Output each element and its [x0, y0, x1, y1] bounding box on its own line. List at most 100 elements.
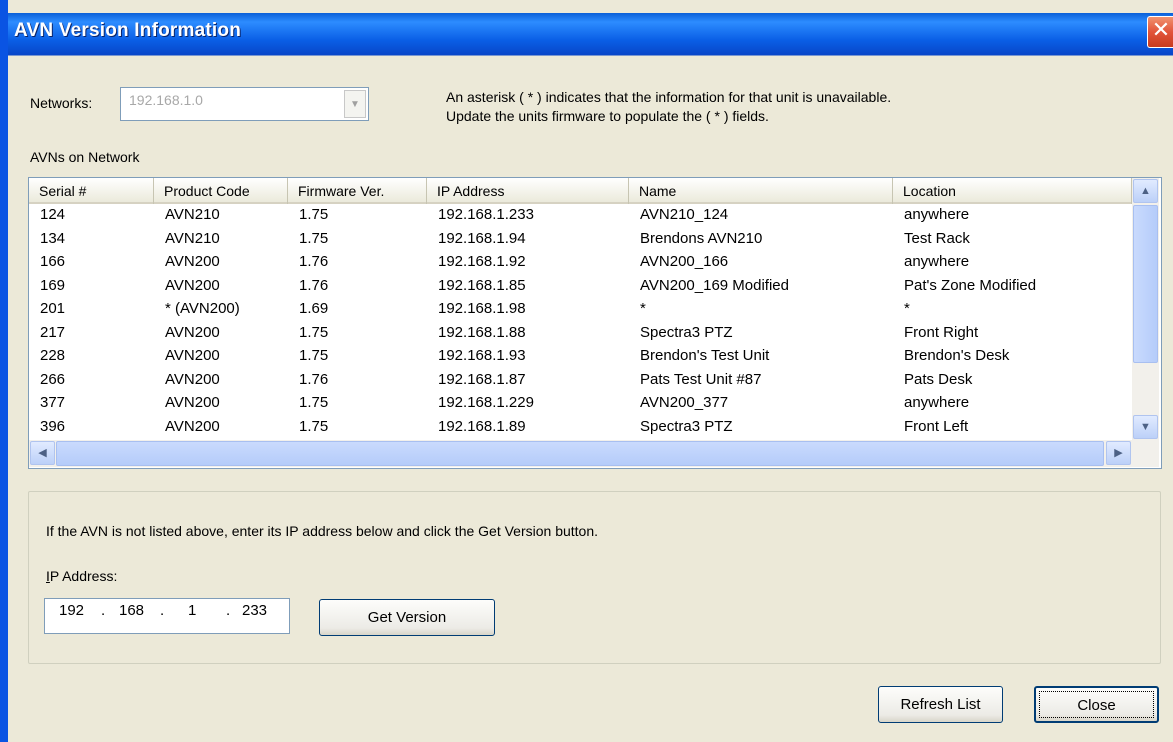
focus-rect: [1039, 691, 1154, 718]
vertical-scroll-thumb[interactable]: [1133, 205, 1158, 363]
vertical-scrollbar[interactable]: ▲ ▼: [1132, 178, 1159, 440]
table-cell: 192.168.1.85: [438, 276, 526, 294]
horizontal-scroll-thumb[interactable]: [56, 441, 1104, 466]
table-row[interactable]: 377 AVN200 1.75 192.168.1.229 AVN200_377 anyw…: [29, 392, 1133, 414]
get-version-button[interactable]: Get Version: [319, 599, 495, 636]
table-cell: 1.76: [299, 253, 329, 270]
table-row[interactable]: 134 AVN210 1.75 192.168.1.94 Brendons AVN210…: [29, 228, 1133, 250]
table-cell: Brendons AVN210: [640, 229, 763, 247]
table-cell: AVN200_169 Modified: [640, 276, 789, 294]
column-header[interactable]: Product Code: [154, 178, 288, 204]
table-cell: 192.168.1.98: [438, 300, 526, 317]
window-close-button[interactable]: ✕: [1147, 16, 1173, 48]
ip-dot: .: [160, 602, 165, 619]
table-cell: 192.168.1.87: [438, 370, 526, 388]
table-cell: AVN200_166: [640, 253, 729, 270]
table-cell: 1.75: [299, 323, 329, 341]
asterisk-note-line1: An asterisk ( * ) indicates that the inf…: [446, 89, 892, 105]
down-arrow-icon[interactable]: ▼: [1133, 415, 1158, 439]
table-cell: AVN200: [165, 276, 220, 294]
table-cell: Spectra3 PTZ: [640, 417, 733, 435]
window-frame-left: [0, 0, 8, 742]
table-row[interactable]: 266 AVN200 1.76 192.168.1.87 Pats Test Unit …: [29, 369, 1133, 391]
table-cell: AVN200: [165, 394, 220, 411]
networks-value: 192.168.1.0: [129, 92, 203, 108]
table-cell: 1.75: [299, 347, 329, 364]
table-cell: Pats Test Unit #87: [640, 370, 762, 388]
table-cell: *: [904, 300, 910, 317]
table-cell: AVN210_124: [640, 206, 729, 223]
refresh-list-button[interactable]: Refresh List: [878, 686, 1003, 723]
table-cell: 1.69: [299, 300, 329, 317]
table-row[interactable]: 169 AVN200 1.76 192.168.1.85 AVN200_169 Modi…: [29, 275, 1133, 297]
ip-octet-2[interactable]: 168: [119, 602, 144, 619]
horizontal-scrollbar[interactable]: ◀ ▶: [29, 440, 1159, 467]
asterisk-note: An asterisk ( * ) indicates that the inf…: [446, 88, 891, 126]
table-cell: 396: [40, 417, 66, 435]
asterisk-note-line2: Update the units firmware to populate th…: [446, 108, 769, 124]
table-cell: anywhere: [904, 253, 970, 270]
table-cell: 192.168.1.92: [438, 253, 526, 270]
networks-select[interactable]: 192.168.1.0 ▼: [120, 87, 369, 121]
table-cell: 124: [40, 206, 66, 223]
networks-label: Networks:: [30, 95, 93, 111]
table-cell: 217: [40, 323, 66, 341]
table-row[interactable]: 201 * (AVN200) 1.69 192.168.1.98 * *: [29, 298, 1133, 320]
column-header[interactable]: Firmware Ver.: [288, 178, 427, 204]
up-arrow-icon[interactable]: ▲: [1133, 179, 1158, 203]
table-cell: 377: [40, 394, 66, 411]
table-cell: 192.168.1.94: [438, 229, 526, 247]
table-cell: AVN210: [165, 229, 220, 247]
table-cell: Front Right: [904, 323, 979, 341]
table-cell: Test Rack: [904, 229, 970, 247]
table-cell: AVN200: [165, 370, 220, 388]
column-header[interactable]: Location: [893, 178, 1132, 204]
table-cell: 192.168.1.229: [438, 394, 534, 411]
table-cell: Brendon's Desk: [904, 347, 1010, 364]
right-arrow-icon[interactable]: ▶: [1106, 441, 1131, 465]
table-cell: 134: [40, 229, 66, 247]
table-cell: 192.168.1.93: [438, 347, 526, 364]
left-arrow-icon[interactable]: ◀: [30, 441, 55, 465]
table-cell: Pats Desk: [904, 370, 973, 388]
close-button[interactable]: Close: [1034, 686, 1159, 723]
table-row[interactable]: 124 AVN210 1.75 192.168.1.233 AVN210_124 anyw…: [29, 204, 1133, 226]
table-cell: 266: [40, 370, 66, 388]
table-cell: Pat's Zone Modified: [904, 276, 1037, 294]
ip-dot: .: [101, 602, 106, 619]
ip-address-field[interactable]: 192 . 168 . 1 . 233: [44, 598, 290, 634]
window-title: AVN Version Information: [14, 20, 241, 41]
ip-dot: .: [226, 602, 231, 619]
table-row[interactable]: 396 AVN200 1.75 192.168.1.89 Spectra3 PTZ Fro…: [29, 416, 1133, 438]
table-row[interactable]: 166 AVN200 1.76 192.168.1.92 AVN200_166 anywh…: [29, 251, 1133, 273]
ip-octet-3[interactable]: 1: [188, 602, 196, 619]
avn-list[interactable]: Serial # Product Code Firmware Ver. IP Addr…: [28, 177, 1162, 469]
table-cell: 1.75: [299, 229, 329, 247]
table-cell: AVN200: [165, 417, 220, 435]
avns-list-label: AVNs on Network: [30, 149, 140, 165]
ip-octet-1[interactable]: 192: [59, 602, 84, 619]
table-row[interactable]: 217 AVN200 1.75 192.168.1.88 Spectra3 PTZ Fro…: [29, 322, 1133, 344]
table-cell: AVN200: [165, 253, 220, 270]
column-header[interactable]: Name: [629, 178, 893, 204]
column-header[interactable]: Serial #: [29, 178, 154, 204]
table-cell: 192.168.1.89: [438, 417, 526, 435]
manual-entry-group: [28, 491, 1161, 664]
table-cell: 228: [40, 347, 66, 364]
table-cell: Spectra3 PTZ: [640, 323, 733, 341]
ip-octet-4[interactable]: 233: [242, 602, 267, 619]
table-row[interactable]: 228 AVN200 1.75 192.168.1.93 Brendon's Test …: [29, 345, 1133, 367]
table-cell: AVN210: [165, 206, 220, 223]
ip-address-label: IP Address:: [46, 568, 118, 584]
table-cell: 192.168.1.88: [438, 323, 526, 341]
table-cell: 192.168.1.233: [438, 206, 534, 223]
manual-entry-hint: If the AVN is not listed above, enter it…: [46, 523, 599, 539]
table-cell: Brendon's Test Unit: [640, 347, 770, 364]
table-cell: AVN200: [165, 323, 220, 341]
table-cell: 1.75: [299, 394, 329, 411]
table-cell: Front Left: [904, 417, 969, 435]
table-cell: 169: [40, 276, 66, 294]
table-cell: 1.76: [299, 276, 329, 294]
chevron-down-icon[interactable]: ▼: [344, 90, 366, 118]
column-header[interactable]: IP Address: [427, 178, 629, 204]
